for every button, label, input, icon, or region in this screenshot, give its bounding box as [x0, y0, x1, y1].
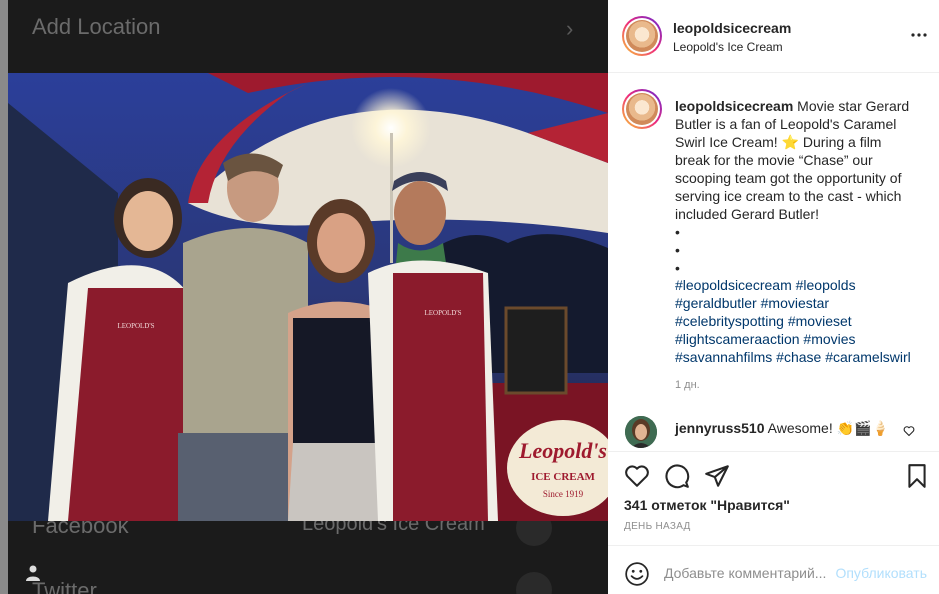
hashtag-list: #leopoldsicecream #leopolds #geraldbutle… — [675, 276, 920, 366]
hashtag[interactable]: #chase — [776, 349, 821, 365]
comment-text: jennyruss510 Awesome! 👏🎬🍦 — [675, 420, 889, 437]
action-bar — [608, 451, 939, 491]
author-avatar[interactable] — [622, 16, 662, 56]
hashtag[interactable]: #caramelswirl — [825, 349, 911, 365]
caption-text: leopoldsicecream Movie star Gerard Butle… — [675, 97, 920, 277]
add-location-row: Add Location — [32, 14, 161, 39]
cart-sub: ICE CREAM — [531, 471, 595, 483]
hashtag[interactable]: #movies — [803, 331, 855, 347]
hashtag[interactable]: #lightscameraaction — [675, 331, 800, 347]
hashtag[interactable]: #celebrityspotting — [675, 313, 784, 329]
likes-count[interactable]: 341 отметок "Нравится" — [624, 497, 790, 513]
twitter-row-label: Twitter — [32, 578, 97, 594]
comment-input[interactable] — [664, 561, 834, 585]
hashtag[interactable]: #movieset — [788, 313, 852, 329]
twitter-toggle — [516, 572, 552, 594]
hashtag[interactable]: #leopoldsicecream — [675, 277, 792, 293]
caption-body: Movie star Gerard Butler is a fan of Leo… — [675, 98, 910, 276]
commenter-avatar[interactable] — [625, 416, 657, 448]
post-header: leopoldsicecream Leopold's Ice Cream — [608, 0, 939, 73]
apron-text-1: LEOPOLD'S — [117, 322, 154, 330]
author-username[interactable]: leopoldsicecream — [673, 20, 791, 36]
publish-button[interactable]: Опубликовать — [835, 565, 927, 581]
post-photo[interactable]: Leopold's ICE CREAM Since 1919 LEOPOLD'S… — [8, 73, 608, 521]
hashtag[interactable]: #savannahfilms — [675, 349, 772, 365]
caption-username[interactable]: leopoldsicecream — [675, 98, 793, 114]
cart-logo: Leopold's — [518, 438, 607, 463]
post-location[interactable]: Leopold's Ice Cream — [673, 40, 783, 54]
more-options-icon[interactable] — [911, 28, 927, 44]
chevron-right-icon: › — [566, 16, 574, 41]
comment-username[interactable]: jennyruss510 — [675, 420, 765, 436]
caption-timestamp: 1 дн. — [675, 379, 700, 391]
caption-section: leopoldsicecream Movie star Gerard Butle… — [608, 73, 939, 400]
user-icon — [26, 565, 40, 581]
hashtag[interactable]: #geraldbutler — [675, 295, 757, 311]
comment-body: Awesome! 👏🎬🍦 — [764, 420, 889, 436]
emoji-icon[interactable] — [624, 561, 650, 587]
comment-icon[interactable] — [664, 463, 690, 489]
background-edge — [0, 0, 8, 594]
cart-since: Since 1919 — [543, 489, 584, 499]
bookmark-icon[interactable] — [904, 463, 930, 489]
comment-composer: Опубликовать — [608, 545, 939, 594]
caption-avatar[interactable] — [622, 89, 662, 129]
post-date: ДЕНЬ НАЗАД — [624, 521, 691, 532]
comment-like-icon[interactable] — [903, 425, 915, 437]
apron-text-2: LEOPOLD'S — [424, 309, 461, 317]
share-icon[interactable] — [704, 463, 730, 489]
hashtag[interactable]: #leopolds — [796, 277, 856, 293]
hashtag[interactable]: #moviestar — [761, 295, 829, 311]
comment-item: jennyruss510 Awesome! 👏🎬🍦 — [608, 414, 939, 448]
like-icon[interactable] — [624, 463, 650, 489]
post-panel: leopoldsicecream Leopold's Ice Cream leo… — [608, 0, 939, 594]
photo-illustration: Leopold's ICE CREAM Since 1919 LEOPOLD'S… — [8, 73, 608, 521]
